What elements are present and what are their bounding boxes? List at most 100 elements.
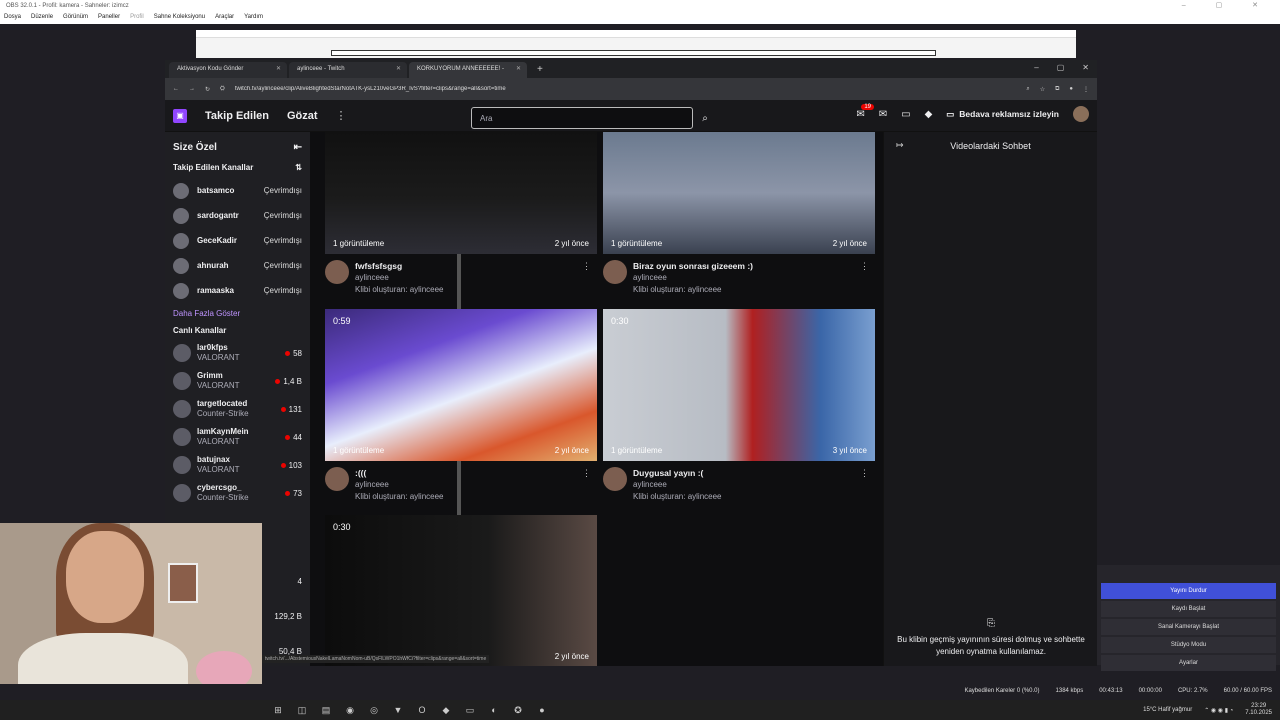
more-icon[interactable]: ⋮ (336, 109, 347, 122)
live-channel[interactable]: IamKaynMein VALORANT 44 (173, 423, 302, 451)
forward-icon[interactable]: → (189, 86, 195, 92)
twitch-logo-icon[interactable]: ▣ (173, 108, 187, 123)
window-controls[interactable]: – ▢ ✕ (1182, 1, 1272, 9)
menu-paneller[interactable]: Paneller (98, 14, 120, 22)
explorer-icon[interactable]: ▭ (464, 704, 476, 716)
back-icon[interactable]: ← (173, 86, 179, 92)
menu-icon[interactable]: ⋮ (1083, 86, 1089, 93)
close-icon[interactable]: ✕ (396, 65, 401, 72)
close-icon[interactable]: ✕ (516, 65, 521, 72)
tray-icons[interactable]: ⌃ ◉ ◉ ▮ ◔ (1204, 707, 1233, 714)
studio-mode-button[interactable]: Stüdyo Modu (1101, 637, 1276, 653)
more-icon[interactable]: ⋮ (582, 467, 591, 479)
clip-title[interactable]: :((( (355, 467, 597, 479)
extensions-icon[interactable]: ⧉ (1055, 86, 1059, 93)
inbox-icon[interactable]: ✉ (879, 109, 887, 120)
notifications-icon[interactable]: ✉ 19 (856, 103, 875, 120)
reload-icon[interactable]: ↻ (205, 86, 210, 93)
app-icon[interactable]: ◆ (440, 704, 452, 716)
clip-thumbnail[interactable]: 1 görüntüleme 2 yıl önce (325, 132, 597, 254)
obs-icon[interactable]: ◉ (344, 704, 356, 716)
live-channel[interactable]: targetlocated Counter-Strike 131 (173, 395, 302, 423)
prime-button[interactable]: ▭ Bedava reklamsız izleyin (946, 109, 1059, 120)
maximize-icon[interactable]: ▢ (1057, 63, 1065, 72)
sidebar-channel[interactable]: GeceKadir Çevrimdışı (173, 228, 302, 253)
close-window-icon[interactable]: ✕ (1082, 63, 1089, 72)
clip-channel[interactable]: aylinceee (633, 479, 875, 491)
live-channel[interactable]: cybercsgo_ Counter-Strike 73 (173, 479, 302, 507)
browser-tab-3[interactable]: KORKUYORUM ANNEEEEEE! - ✕ (409, 62, 527, 78)
weather-widget[interactable]: 15°C Hafif yağmur (1143, 707, 1192, 713)
opera-icon[interactable]: O (416, 704, 428, 716)
stop-stream-button[interactable]: Yayını Durdur (1101, 583, 1276, 599)
bits-icon[interactable]: ◆ (925, 109, 933, 120)
avatar[interactable] (325, 260, 349, 284)
site-info-icon[interactable]: ⛭ (220, 86, 225, 93)
zoom-icon[interactable]: ⌕ (1026, 86, 1029, 93)
menu-dosya[interactable]: Dosya (4, 14, 21, 22)
start-recording-button[interactable]: Kaydı Başlat (1101, 601, 1276, 617)
clip-card[interactable]: 0:30 2 yıl önce (325, 515, 597, 666)
clock[interactable]: 23:29 7.10.2025 (1245, 703, 1272, 717)
live-channel[interactable]: lar0kfps VALORANT 58 (173, 339, 302, 367)
bookmark-icon[interactable]: ☆ (1040, 86, 1045, 93)
steam-icon[interactable]: ◐ (488, 704, 500, 716)
clip-title[interactable]: Duygusal yayın :( (633, 467, 875, 479)
virtual-camera-button[interactable]: Sanal Kamerayı Başlat (1101, 619, 1276, 635)
clip-card[interactable]: 0:30 1 görüntüleme 3 yıl önce Duygusal y… (603, 309, 875, 505)
menu-profil[interactable]: Profil (130, 14, 144, 22)
minimize-icon[interactable]: – (1034, 63, 1038, 72)
clip-thumbnail[interactable]: 1 görüntüleme 2 yıl önce (603, 132, 875, 254)
profile-icon[interactable]: ● (1069, 86, 1073, 92)
outlook-icon[interactable]: ◫ (296, 704, 308, 716)
clip-title[interactable]: Biraz oyun sonrası gizeeem :) (633, 260, 875, 272)
menu-yardim[interactable]: Yardım (244, 14, 263, 22)
record-icon[interactable]: ● (536, 704, 548, 716)
live-channel[interactable]: Grimm VALORANT 1,4 B (173, 367, 302, 395)
more-icon[interactable]: ⋮ (860, 467, 869, 479)
browser-tab-1[interactable]: Aktivasyon Kodu Gönder ✕ (169, 62, 287, 78)
clip-thumbnail[interactable]: 0:59 1 görüntüleme 2 yıl önce (325, 309, 597, 461)
menu-gorunum[interactable]: Görünüm (63, 14, 88, 22)
show-more-link[interactable]: Daha Fazla Göster (173, 309, 302, 318)
nav-browse[interactable]: Gözat (287, 110, 318, 122)
collapse-icon[interactable]: ⇤ (294, 142, 302, 153)
more-icon[interactable]: ⋮ (582, 260, 591, 272)
collapse-chat-icon[interactable]: ↦ (896, 140, 904, 151)
search-input[interactable]: Ara (471, 107, 693, 129)
live-channel[interactable]: batujnax VALORANT 103 (173, 451, 302, 479)
clip-card[interactable]: 1 görüntüleme 2 yıl önce fwfsfsfsgsg ayl… (325, 132, 597, 298)
user-avatar[interactable] (1073, 106, 1089, 122)
nav-following[interactable]: Takip Edilen (205, 110, 269, 122)
clip-thumbnail[interactable]: 0:30 2 yıl önce (325, 515, 597, 666)
taskview-icon[interactable]: ▤ (320, 704, 332, 716)
more-icon[interactable]: ⋮ (860, 260, 869, 272)
chrome-icon[interactable]: ◎ (368, 704, 380, 716)
avatar[interactable] (325, 467, 349, 491)
clip-card[interactable]: 0:59 1 görüntüleme 2 yıl önce :((( aylin… (325, 309, 597, 505)
sidebar-channel[interactable]: sardogantr Çevrimdışı (173, 203, 302, 228)
clip-title[interactable]: fwfsfsfsgsg (355, 260, 597, 272)
clip-channel[interactable]: aylinceee (355, 272, 597, 284)
sidebar-channel[interactable]: ahnurah Çevrimdışı (173, 253, 302, 278)
menu-duzenle[interactable]: Düzenle (31, 14, 53, 22)
clip-channel[interactable]: aylinceee (355, 479, 597, 491)
sort-icon[interactable]: ⇅ (295, 163, 302, 172)
sidebar-channel[interactable]: batsamco Çevrimdışı (173, 178, 302, 203)
brave-icon[interactable]: ▼ (392, 704, 404, 716)
sidebar-channel[interactable]: ramaaska Çevrimdışı (173, 278, 302, 303)
game-icon[interactable]: ✪ (512, 704, 524, 716)
whispers-icon[interactable]: ▭ (901, 109, 910, 120)
new-tab-icon[interactable]: + (529, 64, 551, 78)
browser-tab-2[interactable]: aylinceee - Twitch ✕ (289, 62, 407, 78)
clip-thumbnail[interactable]: 0:30 1 görüntüleme 3 yıl önce (603, 309, 875, 461)
menu-araclar[interactable]: Araçlar (215, 14, 234, 22)
clip-card[interactable]: 1 görüntüleme 2 yıl önce Biraz oyun sonr… (603, 132, 875, 298)
menu-sahne-koleksiyonu[interactable]: Sahne Koleksiyonu (154, 14, 205, 22)
clip-channel[interactable]: aylinceee (633, 272, 875, 284)
settings-button[interactable]: Ayarlar (1101, 655, 1276, 671)
start-icon[interactable]: ⊞ (272, 704, 284, 716)
close-icon[interactable]: ✕ (276, 65, 281, 72)
avatar[interactable] (603, 467, 627, 491)
url-input[interactable]: twitch.tv/aylinceee/clip/AliveBlightedSt… (235, 86, 1016, 92)
